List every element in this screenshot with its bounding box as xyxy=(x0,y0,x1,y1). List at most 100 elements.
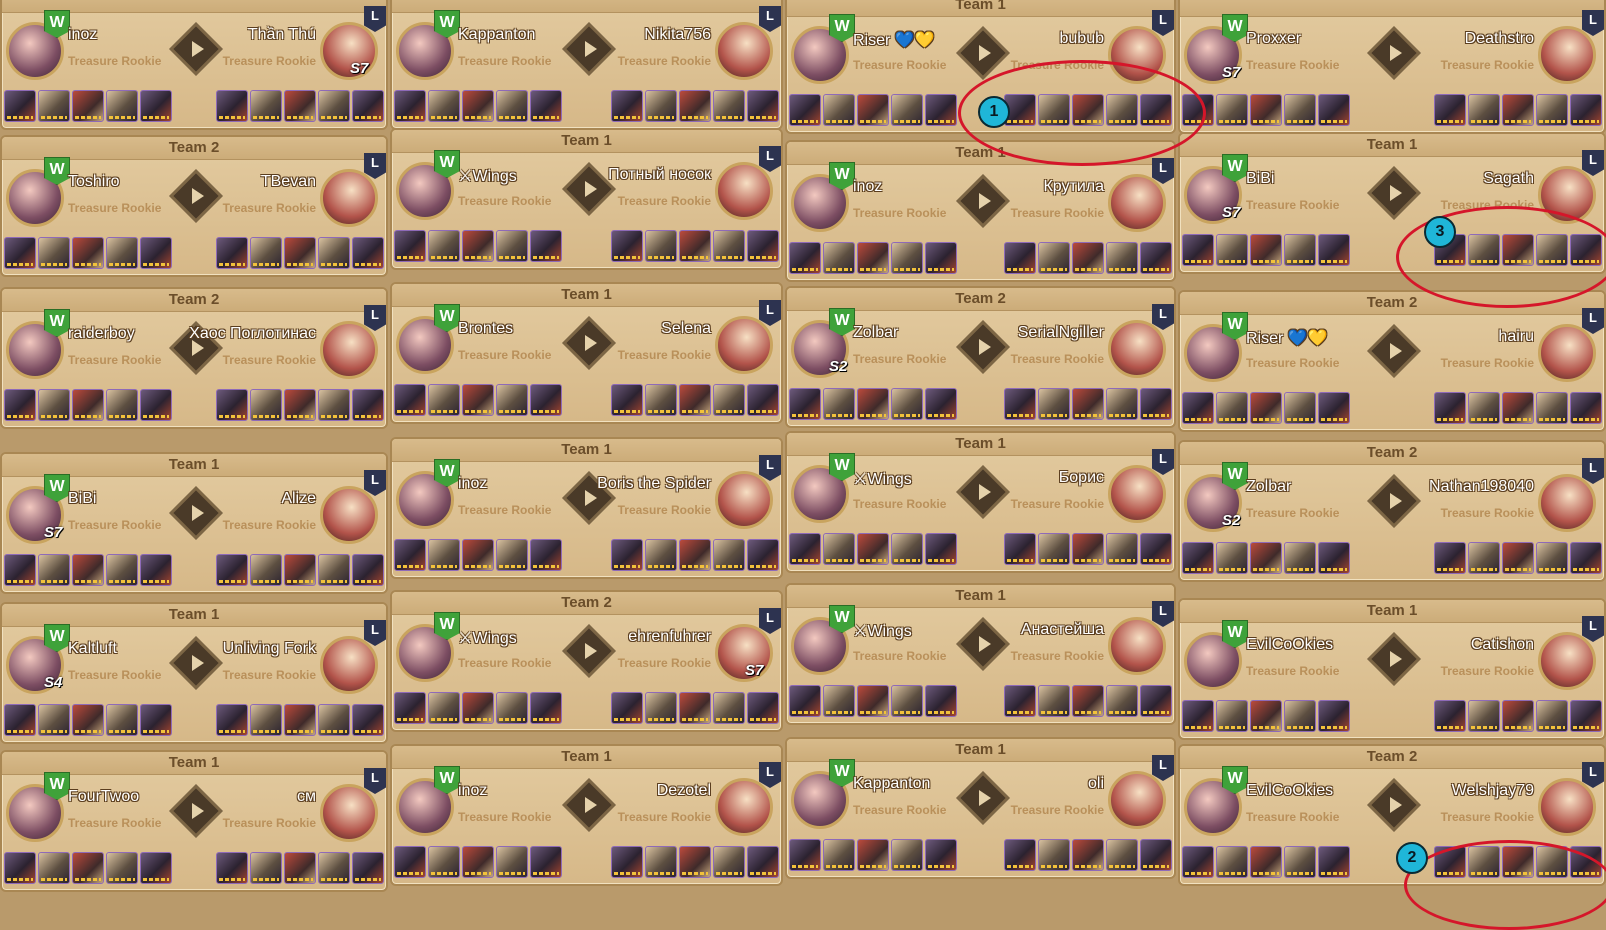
hero-portrait[interactable] xyxy=(318,90,350,122)
hero-portrait[interactable] xyxy=(318,389,350,421)
hero-portrait[interactable] xyxy=(250,554,282,586)
hero-portrait[interactable] xyxy=(1318,94,1350,126)
hero-portrait[interactable] xyxy=(1182,700,1214,732)
battle-record-card[interactable]: Team 1 W Brontes Treasure Rookie L Selena Trea… xyxy=(390,282,783,424)
hero-portrait[interactable] xyxy=(1072,839,1104,871)
right-player-avatar[interactable] xyxy=(1108,465,1166,523)
hero-portrait[interactable] xyxy=(1502,94,1534,126)
hero-portrait[interactable] xyxy=(1140,685,1172,717)
hero-portrait[interactable] xyxy=(1318,392,1350,424)
hero-portrait[interactable] xyxy=(713,539,745,571)
hero-portrait[interactable] xyxy=(250,237,282,269)
hero-portrait[interactable] xyxy=(789,94,821,126)
hero-portrait[interactable] xyxy=(352,704,384,736)
hero-portrait[interactable] xyxy=(1284,542,1316,574)
hero-portrait[interactable] xyxy=(428,692,460,724)
hero-portrait[interactable] xyxy=(216,389,248,421)
hero-portrait[interactable] xyxy=(496,846,528,878)
hero-portrait[interactable] xyxy=(747,230,779,262)
hero-portrait[interactable] xyxy=(1216,542,1248,574)
hero-portrait[interactable] xyxy=(1536,542,1568,574)
battle-record-card[interactable]: Team 1 W S7 BiBi Treasure Rookie L Alize Treasu… xyxy=(0,452,388,594)
hero-portrait[interactable] xyxy=(679,692,711,724)
hero-portrait[interactable] xyxy=(925,388,957,420)
hero-portrait[interactable] xyxy=(140,90,172,122)
hero-portrait[interactable] xyxy=(216,237,248,269)
hero-portrait[interactable] xyxy=(216,554,248,586)
hero-portrait[interactable] xyxy=(1570,94,1602,126)
hero-portrait[interactable] xyxy=(318,852,350,884)
hero-portrait[interactable] xyxy=(530,692,562,724)
hero-portrait[interactable] xyxy=(1140,242,1172,274)
hero-portrait[interactable] xyxy=(38,554,70,586)
battle-record-card[interactable]: Team 1 W Kappanton Treasure Rookie Loli Treas… xyxy=(785,737,1176,879)
hero-portrait[interactable] xyxy=(823,533,855,565)
hero-portrait[interactable] xyxy=(1038,533,1070,565)
hero-portrait[interactable] xyxy=(394,692,426,724)
hero-portrait[interactable] xyxy=(747,539,779,571)
hero-portrait[interactable] xyxy=(530,90,562,122)
hero-portrait[interactable] xyxy=(496,384,528,416)
hero-portrait[interactable] xyxy=(352,554,384,586)
hero-portrait[interactable] xyxy=(611,384,643,416)
hero-portrait[interactable] xyxy=(645,539,677,571)
hero-portrait[interactable] xyxy=(428,539,460,571)
hero-portrait[interactable] xyxy=(1038,685,1070,717)
hero-portrait[interactable] xyxy=(284,852,316,884)
hero-portrait[interactable] xyxy=(530,539,562,571)
right-player-avatar[interactable] xyxy=(320,486,378,544)
hero-portrait[interactable] xyxy=(462,692,494,724)
hero-portrait[interactable] xyxy=(747,846,779,878)
battle-record-card[interactable]: Team 1 W S4 Kaltluft Treasure Rookie L Unlivin… xyxy=(0,602,388,744)
right-player-avatar[interactable] xyxy=(715,778,773,836)
hero-portrait[interactable] xyxy=(1106,388,1138,420)
hero-portrait[interactable] xyxy=(216,704,248,736)
hero-portrait[interactable] xyxy=(857,242,889,274)
hero-portrait[interactable] xyxy=(428,384,460,416)
battle-record-card[interactable]: Team 1 W ⚔Wings Treasure Rookie L Анастейша Tr… xyxy=(785,583,1176,725)
hero-portrait[interactable] xyxy=(1284,392,1316,424)
hero-portrait[interactable] xyxy=(72,852,104,884)
hero-portrait[interactable] xyxy=(284,90,316,122)
hero-portrait[interactable] xyxy=(1536,700,1568,732)
hero-portrait[interactable] xyxy=(679,384,711,416)
hero-portrait[interactable] xyxy=(38,704,70,736)
hero-portrait[interactable] xyxy=(284,554,316,586)
hero-portrait[interactable] xyxy=(318,704,350,736)
right-player-avatar[interactable] xyxy=(320,22,378,80)
hero-portrait[interactable] xyxy=(394,539,426,571)
hero-portrait[interactable] xyxy=(1318,542,1350,574)
hero-portrait[interactable] xyxy=(645,692,677,724)
hero-portrait[interactable] xyxy=(1284,94,1316,126)
hero-portrait[interactable] xyxy=(140,554,172,586)
right-player-avatar[interactable] xyxy=(715,624,773,682)
hero-portrait[interactable] xyxy=(496,539,528,571)
hero-portrait[interactable] xyxy=(823,388,855,420)
hero-portrait[interactable] xyxy=(462,539,494,571)
hero-portrait[interactable] xyxy=(1106,685,1138,717)
hero-portrait[interactable] xyxy=(1250,542,1282,574)
hero-portrait[interactable] xyxy=(530,846,562,878)
hero-portrait[interactable] xyxy=(925,533,957,565)
battle-record-card[interactable]: Team 1 W ⚔Wings Treasure Rookie L Потный носо… xyxy=(390,128,783,270)
hero-portrait[interactable] xyxy=(1004,388,1036,420)
hero-portrait[interactable] xyxy=(394,846,426,878)
hero-portrait[interactable] xyxy=(1106,242,1138,274)
hero-portrait[interactable] xyxy=(679,846,711,878)
right-player-avatar[interactable] xyxy=(715,316,773,374)
hero-portrait[interactable] xyxy=(1106,839,1138,871)
hero-portrait[interactable] xyxy=(1468,700,1500,732)
hero-portrait[interactable] xyxy=(1250,392,1282,424)
hero-portrait[interactable] xyxy=(1502,392,1534,424)
hero-portrait[interactable] xyxy=(1072,388,1104,420)
hero-portrait[interactable] xyxy=(4,852,36,884)
hero-portrait[interactable] xyxy=(106,852,138,884)
battle-record-card[interactable]: Team 1 W EvilCoOkies Treasure Rookie L Catish… xyxy=(1178,598,1606,740)
hero-portrait[interactable] xyxy=(1182,234,1214,266)
hero-portrait[interactable] xyxy=(1250,94,1282,126)
hero-portrait[interactable] xyxy=(891,685,923,717)
hero-portrait[interactable] xyxy=(462,846,494,878)
hero-portrait[interactable] xyxy=(823,685,855,717)
hero-portrait[interactable] xyxy=(891,388,923,420)
hero-portrait[interactable] xyxy=(38,237,70,269)
